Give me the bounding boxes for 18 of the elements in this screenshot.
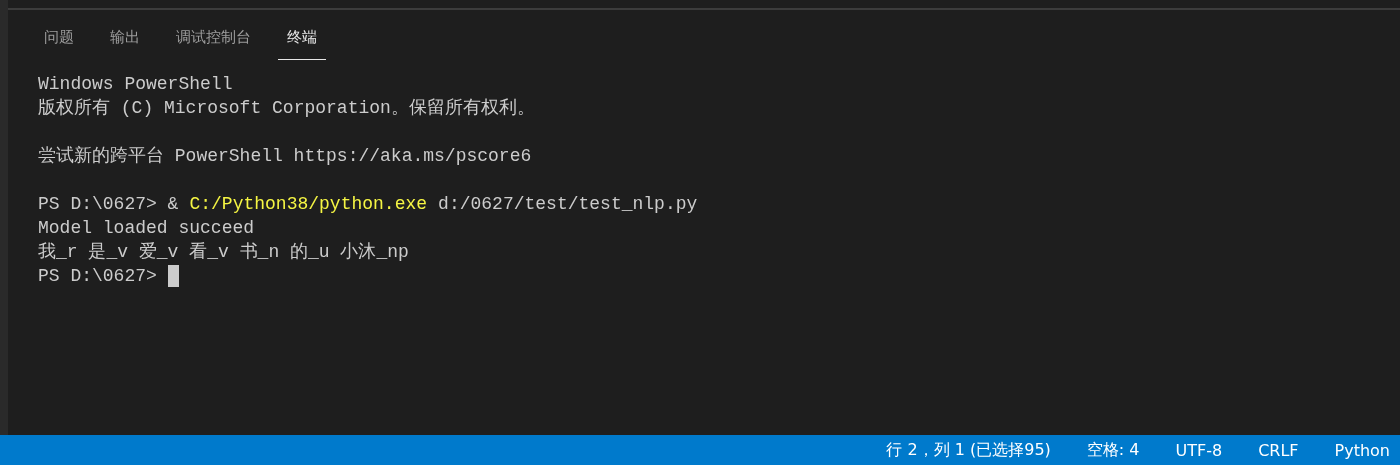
terminal-text: PS D:\0627> xyxy=(38,265,157,288)
terminal-text: PS D:\0627> & xyxy=(38,193,179,216)
status-item[interactable]: UTF-8 xyxy=(1175,440,1223,460)
command-path: C:/Python38/python.exe xyxy=(189,193,428,216)
terminal-text: 尝试新的跨平台 PowerShell https://aka.ms/pscore6 xyxy=(38,145,532,168)
panel-tab[interactable]: 问题 xyxy=(35,24,83,60)
terminal-text: Model loaded succeed xyxy=(38,217,255,240)
status-item[interactable]: Python xyxy=(1334,440,1390,460)
panel-tab[interactable]: 调试控制台 xyxy=(167,24,260,60)
terminal-text: Windows PowerShell xyxy=(38,73,233,96)
panel-tab[interactable]: 输出 xyxy=(101,24,149,60)
status-item[interactable]: CRLF xyxy=(1258,440,1299,460)
terminal-text: d:/0627/test/test_nlp.py xyxy=(438,193,698,216)
terminal-text: 版权所有 (C) Microsoft Corporation。保留所有权利。 xyxy=(38,97,535,120)
status-item[interactable]: 行 2，列 1 (已选择95) xyxy=(886,439,1051,461)
status-item[interactable]: 空格: 4 xyxy=(1086,439,1140,461)
panel-tab[interactable]: 终端 xyxy=(278,24,326,60)
terminal-text: 我_r 是_v 爱_v 看_v 书_n 的_u 小沐_np xyxy=(38,241,409,264)
